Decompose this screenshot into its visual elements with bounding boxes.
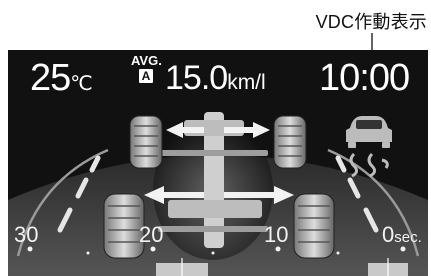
instrument-display: 25℃ AVG. A 15.0km/l 10:00 30 20 10 0sec. [8,50,428,276]
bar-pointer-lines [181,258,389,276]
